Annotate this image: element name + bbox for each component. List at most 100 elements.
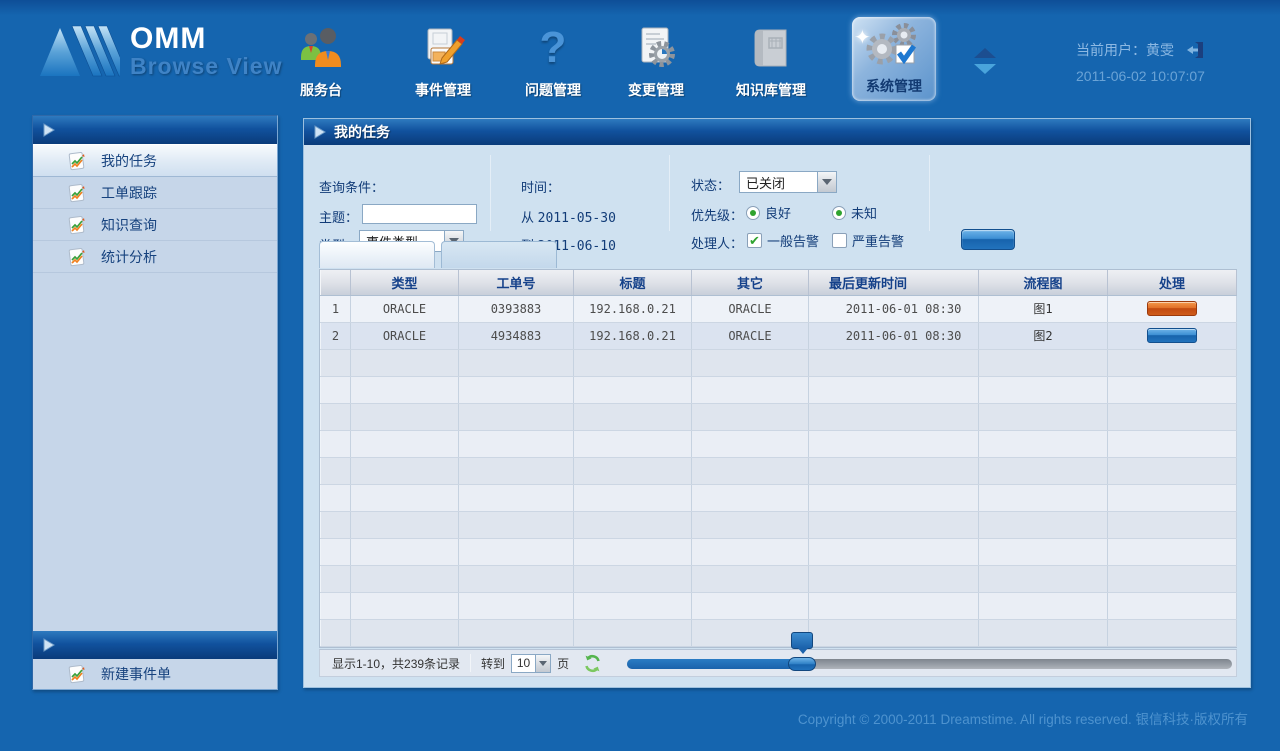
app-logo: OMM Browse View: [38, 20, 282, 82]
current-datetime: 2011-06-02 10:07:07: [1076, 68, 1206, 84]
nav-problem-mgmt[interactable]: ? 问题管理: [503, 16, 603, 100]
nav-label: 变更管理: [628, 80, 684, 100]
play-arrow-icon: [314, 125, 326, 139]
col-action[interactable]: 处理: [1108, 270, 1237, 295]
search-button[interactable]: [961, 229, 1015, 250]
nav-collapse-control[interactable]: [970, 48, 1000, 82]
subject-input[interactable]: [362, 204, 477, 224]
refresh-icon[interactable]: [583, 654, 602, 673]
nav-label: 问题管理: [525, 80, 581, 100]
status-select[interactable]: 已关闭: [739, 171, 837, 193]
cell-type: ORACLE: [351, 322, 459, 349]
sidebar-header-bar[interactable]: [33, 116, 277, 144]
nav-system-mgmt[interactable]: ✦ 系统管理: [852, 17, 936, 101]
empty-table-row: [321, 349, 1237, 376]
slider-thumb-handle[interactable]: [788, 657, 816, 671]
empty-table-row: [321, 376, 1237, 403]
select-arrow-button[interactable]: [535, 654, 551, 673]
table-row[interactable]: 1 ORACLE 0393883 192.168.0.21 ORACLE 201…: [321, 295, 1237, 322]
nav-service-desk[interactable]: 服务台: [282, 16, 360, 100]
sidebar-item-label: 工单跟踪: [101, 183, 157, 203]
nav-label: 系统管理: [866, 76, 922, 96]
logo-subtitle: Browse View: [130, 54, 282, 79]
slider-marker: [791, 632, 813, 649]
empty-table-row: [321, 619, 1237, 646]
record-summary: 显示1-10，共239条记录: [332, 655, 460, 672]
from-date-value[interactable]: 2011-05-30: [538, 211, 616, 226]
divider: [929, 155, 930, 231]
col-order-no[interactable]: 工单号: [459, 270, 574, 295]
sidebar-item-label: 新建事件单: [101, 664, 171, 684]
col-title[interactable]: 标题: [574, 270, 692, 295]
select-arrow-button[interactable]: [817, 171, 837, 193]
handler-checkbox-severe[interactable]: 严重告警: [832, 231, 904, 250]
priority-radio-good[interactable]: 良好: [746, 203, 791, 222]
sidebar-bottom-bar[interactable]: [33, 631, 277, 659]
nav-label: 服务台: [300, 80, 342, 100]
cell-rownum: 2: [321, 322, 351, 349]
gears-icon: [858, 19, 930, 78]
empty-table-row: [321, 592, 1237, 619]
logo-triangle-icon: [38, 20, 120, 82]
play-arrow-icon: [43, 123, 55, 137]
tab-list-1[interactable]: [319, 241, 435, 268]
sidebar: 我的任务 工单跟踪 知识查询: [32, 115, 278, 690]
cell-type: ORACLE: [351, 295, 459, 322]
page-select[interactable]: 10: [511, 654, 551, 673]
col-updated[interactable]: 最后更新时间: [809, 270, 979, 295]
sidebar-item-order-tracking[interactable]: 工单跟踪: [33, 177, 277, 209]
sidebar-item-label: 统计分析: [101, 247, 157, 267]
main-panel: 我的任务 查询条件： 主题： 类型： 事件类型 时间： 从 2011-05-30…: [303, 118, 1251, 688]
top-header: OMM Browse View 服务台: [0, 0, 1280, 110]
cell-title: 192.168.0.21: [574, 322, 692, 349]
table-row[interactable]: 2 ORACLE 4934883 192.168.0.21 ORACLE 201…: [321, 322, 1237, 349]
cell-rownum: 1: [321, 295, 351, 322]
logout-icon[interactable]: [1186, 41, 1206, 59]
nav-incident-mgmt[interactable]: 事件管理: [393, 16, 493, 100]
cell-title: 192.168.0.21: [574, 295, 692, 322]
status-label: 状态：: [691, 175, 730, 194]
tasks-table-wrap: 类型 工单号 标题 其它 最后更新时间 流程图 处理 1 ORACLE 0393…: [319, 269, 1237, 648]
subject-label: 主题：: [319, 207, 358, 226]
col-other[interactable]: 其它: [692, 270, 809, 295]
task-chart-icon: [67, 151, 87, 171]
col-flowchart[interactable]: 流程图: [979, 270, 1108, 295]
tab-list-2[interactable]: [441, 241, 557, 268]
process-button[interactable]: [1147, 328, 1197, 343]
chevron-up-icon: [974, 48, 996, 58]
radio-icon: [746, 206, 760, 220]
sidebar-item-statistics[interactable]: 统计分析: [33, 241, 277, 273]
nav-knowledge-mgmt[interactable]: 知识库管理: [713, 16, 829, 100]
sidebar-item-label: 知识查询: [101, 215, 157, 235]
chevron-down-icon: [539, 661, 547, 666]
flowchart-link[interactable]: 图2: [1033, 329, 1052, 343]
status-select-value: 已关闭: [739, 171, 817, 193]
empty-table-row: [321, 484, 1237, 511]
task-chart-icon: [67, 664, 87, 684]
nav-change-mgmt[interactable]: 变更管理: [606, 16, 706, 100]
from-row: 从 2011-05-30: [521, 207, 616, 226]
pagination-bar: 显示1-10，共239条记录 转到 10 页: [319, 649, 1237, 677]
process-button[interactable]: [1147, 301, 1197, 316]
document-pencil-icon: [420, 22, 466, 74]
chevron-down-icon: [822, 179, 832, 185]
cell-order-no: 0393883: [459, 295, 574, 322]
document-gear-icon: [633, 22, 679, 74]
question-icon: ?: [540, 22, 567, 74]
sidebar-item-my-tasks[interactable]: 我的任务: [33, 144, 277, 177]
checkbox-icon: [832, 233, 847, 248]
page-slider[interactable]: [627, 659, 1232, 669]
priority-radio-unknown[interactable]: 未知: [832, 203, 877, 222]
task-chart-icon: [67, 215, 87, 235]
handler-label: 处理人：: [691, 233, 743, 252]
cell-updated: 2011-06-01 08:30: [809, 322, 979, 349]
cell-updated: 2011-06-01 08:30: [809, 295, 979, 322]
col-type[interactable]: 类型: [351, 270, 459, 295]
empty-table-row: [321, 457, 1237, 484]
handler-checkbox-general[interactable]: 一般告警: [747, 231, 819, 250]
criteria-label: 查询条件：: [319, 177, 384, 196]
sidebar-item-knowledge-query[interactable]: 知识查询: [33, 209, 277, 241]
sidebar-item-new-incident[interactable]: 新建事件单: [33, 659, 277, 689]
divider: [669, 155, 670, 231]
flowchart-link[interactable]: 图1: [1033, 302, 1052, 316]
